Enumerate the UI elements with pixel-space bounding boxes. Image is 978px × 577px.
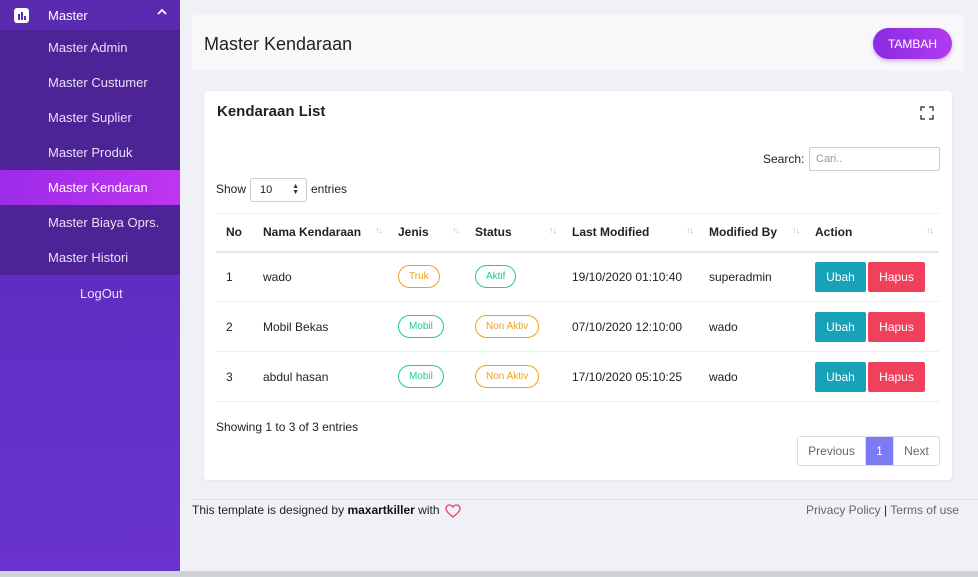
table-info: Showing 1 to 3 of 3 entries bbox=[216, 420, 359, 434]
jenis-badge: Mobil bbox=[398, 365, 444, 388]
cell-modified-by: superadmin bbox=[699, 251, 805, 302]
edit-button[interactable]: Ubah bbox=[815, 361, 866, 392]
page-length-select[interactable]: 10 ▲ ▼ bbox=[250, 178, 307, 202]
sort-icon: ↑↓ bbox=[926, 225, 934, 235]
cell-nama: wado bbox=[253, 251, 388, 302]
sidebar-item-master-produk[interactable]: Master Produk bbox=[0, 135, 180, 170]
sort-icon: ↑↓ bbox=[375, 225, 383, 235]
taskbar bbox=[0, 571, 978, 577]
sidebar-submenu: Master Admin Master Custumer Master Supl… bbox=[0, 30, 180, 275]
select-arrows-icon: ▲ ▼ bbox=[292, 183, 299, 196]
sidebar-item-master-custumer[interactable]: Master Custumer bbox=[0, 65, 180, 100]
edit-button[interactable]: Ubah bbox=[815, 311, 866, 342]
cell-no: 2 bbox=[216, 301, 253, 352]
logout-link[interactable]: LogOut bbox=[0, 275, 180, 311]
next-page-button[interactable]: Next bbox=[893, 437, 939, 465]
sidebar-section-master[interactable]: Master bbox=[0, 0, 180, 30]
entries-label: entries bbox=[311, 182, 348, 196]
cell-modified-by: wado bbox=[699, 351, 805, 402]
terms-link[interactable]: Terms of use bbox=[890, 503, 959, 517]
column-header-last-modified[interactable]: Last Modified ↑↓ bbox=[562, 213, 699, 253]
table-row: 1 wado Truk Aktif 19/10/2020 01:10:40 su… bbox=[216, 251, 939, 302]
page-title: Master Kendaraan bbox=[204, 34, 353, 54]
fullscreen-icon[interactable] bbox=[920, 106, 934, 120]
cell-nama: abdul hasan bbox=[253, 351, 388, 402]
delete-button[interactable]: Hapus bbox=[868, 261, 925, 292]
column-header-status[interactable]: Status ↑↓ bbox=[465, 213, 562, 253]
jenis-badge: Truk bbox=[398, 265, 440, 289]
add-button[interactable]: TAMBAH bbox=[873, 28, 952, 59]
cell-last-modified: 17/10/2020 05:10:25 bbox=[562, 351, 699, 402]
status-badge: Aktif bbox=[475, 265, 517, 289]
sidebar: Master Master Admin Master Custumer Mast… bbox=[0, 0, 180, 577]
sidebar-item-master-biaya[interactable]: Master Biaya Oprs. bbox=[0, 205, 180, 240]
table-header-row: No Nama Kendaraan ↑↓ Jenis ↑↓ Status ↑↓ Las… bbox=[216, 213, 939, 253]
cell-no: 1 bbox=[216, 251, 253, 302]
footer-links: Privacy Policy | Terms of use bbox=[806, 503, 959, 517]
chevron-up-icon[interactable] bbox=[156, 6, 168, 18]
footer-credit: This template is designed by maxartkille… bbox=[192, 503, 461, 518]
column-header-jenis[interactable]: Jenis ↑↓ bbox=[388, 213, 465, 253]
page-header: Master Kendaraan TAMBAH bbox=[192, 15, 964, 71]
cell-no: 3 bbox=[216, 351, 253, 402]
table-row: 2 Mobil Bekas Mobil Non Aktiv 07/10/2020… bbox=[216, 301, 939, 352]
sidebar-item-master-admin[interactable]: Master Admin bbox=[0, 30, 180, 65]
status-badge: Non Aktiv bbox=[475, 315, 540, 338]
status-badge: Non Aktiv bbox=[475, 365, 540, 388]
jenis-badge: Mobil bbox=[398, 315, 444, 338]
sidebar-item-master-suplier[interactable]: Master Suplier bbox=[0, 100, 180, 135]
sidebar-section-label: Master bbox=[48, 7, 88, 23]
kendaraan-card: Kendaraan List Search: Show 10 ▲▼ entrie… bbox=[204, 91, 952, 480]
page-length-value: 10 bbox=[260, 184, 273, 196]
delete-button[interactable]: Hapus bbox=[868, 311, 925, 342]
sort-icon: ↑↓ bbox=[792, 225, 800, 235]
sidebar-item-master-kendaran[interactable]: Master Kendaran bbox=[0, 170, 180, 205]
previous-page-button[interactable]: Previous bbox=[798, 437, 866, 465]
privacy-policy-link[interactable]: Privacy Policy bbox=[806, 503, 881, 517]
column-header-modified-by[interactable]: Modified By ↑↓ bbox=[699, 213, 805, 253]
heart-icon bbox=[445, 504, 461, 518]
delete-button[interactable]: Hapus bbox=[868, 361, 925, 392]
search-input[interactable] bbox=[809, 147, 940, 171]
author-name: maxartkiller bbox=[347, 503, 415, 517]
sort-icon: ↑↓ bbox=[452, 225, 460, 235]
column-header-action[interactable]: Action ↑↓ bbox=[805, 213, 939, 253]
edit-button[interactable]: Ubah bbox=[815, 261, 866, 292]
chart-icon bbox=[14, 7, 29, 23]
show-label: Show bbox=[216, 182, 247, 196]
page-1-button[interactable]: 1 bbox=[866, 437, 893, 465]
table-row: 3 abdul hasan Mobil Non Aktiv 17/10/2020… bbox=[216, 351, 939, 402]
search-label: Search: bbox=[763, 152, 805, 166]
cell-last-modified: 19/10/2020 01:10:40 bbox=[562, 251, 699, 302]
sidebar-item-master-histori[interactable]: Master Histori bbox=[0, 240, 180, 275]
column-header-nama[interactable]: Nama Kendaraan ↑↓ bbox=[253, 213, 388, 253]
sort-icon: ↑↓ bbox=[686, 225, 694, 235]
cell-modified-by: wado bbox=[699, 301, 805, 352]
pagination: Previous 1 Next bbox=[797, 436, 940, 466]
cell-nama: Mobil Bekas bbox=[253, 301, 388, 352]
footer-divider bbox=[192, 499, 978, 500]
sort-icon: ↑↓ bbox=[549, 225, 557, 235]
cell-last-modified: 07/10/2020 12:10:00 bbox=[562, 301, 699, 352]
column-header-no[interactable]: No bbox=[216, 213, 253, 253]
card-title: Kendaraan List bbox=[217, 103, 326, 120]
footer-separator: | bbox=[884, 503, 888, 517]
kendaraan-table: No Nama Kendaraan ↑↓ Jenis ↑↓ Status ↑↓ Las… bbox=[216, 213, 939, 402]
